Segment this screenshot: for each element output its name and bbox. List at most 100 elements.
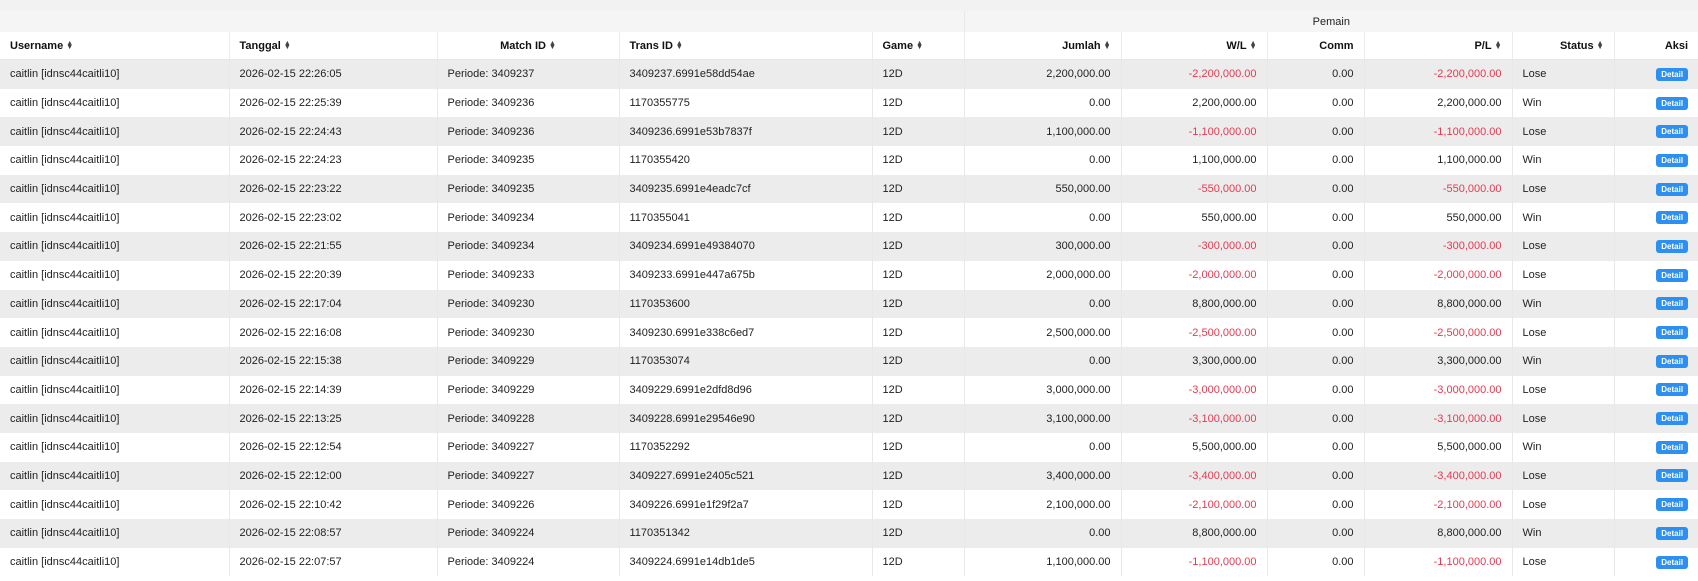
sort-icon[interactable]: ▲ ▼ xyxy=(1250,40,1257,51)
cell-comm: 0.00 xyxy=(1267,318,1365,347)
table-row: caitlin [idnsc44caitli10] 2026-02-15 22:1… xyxy=(0,490,1698,519)
col-label: Tanggal xyxy=(239,39,281,52)
cell-wl: -3,100,000.00 xyxy=(1121,404,1268,433)
cell-match-id: Periode: 3409229 xyxy=(437,375,620,405)
cell-match-id: Periode: 3409230 xyxy=(437,318,620,347)
cell-status: Win xyxy=(1512,519,1615,548)
sort-icon[interactable]: ▲ ▼ xyxy=(916,40,923,51)
cell-wl: 3,300,000.00 xyxy=(1121,346,1268,376)
cell-jumlah: 0.00 xyxy=(964,432,1122,462)
cell-status: Win xyxy=(1512,289,1615,319)
col-label: Trans ID xyxy=(629,39,673,52)
cell-status: Win xyxy=(1512,203,1615,233)
col-header-jumlah[interactable]: Jumlah ▲ ▼ xyxy=(964,32,1122,60)
cell-trans-id: 3409230.6991e338c6ed7 xyxy=(619,318,873,347)
detail-button[interactable]: Detail xyxy=(1656,96,1689,110)
detail-button[interactable]: Detail xyxy=(1656,297,1689,311)
cell-pl: 550,000.00 xyxy=(1364,203,1513,233)
cell-aksi: Detail xyxy=(1614,346,1698,376)
cell-game: 12D xyxy=(872,88,965,118)
cell-match-id: Periode: 3409224 xyxy=(437,519,620,548)
col-header-game[interactable]: Game ▲ ▼ xyxy=(872,32,965,60)
col-header-username[interactable]: Username ▲ ▼ xyxy=(0,32,230,60)
table-row: caitlin [idnsc44caitli10] 2026-02-15 22:0… xyxy=(0,519,1698,548)
detail-button[interactable]: Detail xyxy=(1656,440,1689,454)
detail-button[interactable]: Detail xyxy=(1656,182,1689,196)
cell-status: Lose xyxy=(1512,547,1615,577)
cell-username: caitlin [idnsc44caitli10] xyxy=(0,88,230,118)
cell-tanggal: 2026-02-15 22:08:57 xyxy=(229,519,438,548)
sort-icon[interactable]: ▲ ▼ xyxy=(549,40,556,51)
cell-game: 12D xyxy=(872,146,965,175)
detail-button[interactable]: Detail xyxy=(1656,326,1689,340)
cell-aksi: Detail xyxy=(1614,375,1698,405)
cell-pl: 5,500,000.00 xyxy=(1364,432,1513,462)
cell-tanggal: 2026-02-15 22:24:23 xyxy=(229,146,438,175)
col-label: Match ID xyxy=(500,39,546,52)
cell-username: caitlin [idnsc44caitli10] xyxy=(0,260,230,290)
cell-trans-id: 3409237.6991e58dd54ae xyxy=(619,59,873,89)
col-header-wl[interactable]: W/L ▲ ▼ xyxy=(1121,32,1268,60)
cell-username: caitlin [idnsc44caitli10] xyxy=(0,232,230,261)
cell-pl: -2,200,000.00 xyxy=(1364,59,1513,89)
cell-trans-id: 3409229.6991e2dfd8d96 xyxy=(619,375,873,405)
cell-username: caitlin [idnsc44caitli10] xyxy=(0,432,230,462)
col-header-match-id[interactable]: Match ID ▲ ▼ xyxy=(437,32,620,60)
sort-icon[interactable]: ▲ ▼ xyxy=(676,40,683,51)
detail-button[interactable]: Detail xyxy=(1656,125,1689,139)
detail-button[interactable]: Detail xyxy=(1656,526,1689,540)
cell-trans-id: 1170355775 xyxy=(619,88,873,118)
cell-aksi: Detail xyxy=(1614,174,1698,204)
sort-icon[interactable]: ▲ ▼ xyxy=(1104,40,1111,51)
cell-match-id: Periode: 3409237 xyxy=(437,59,620,89)
detail-button[interactable]: Detail xyxy=(1656,211,1689,225)
cell-username: caitlin [idnsc44caitli10] xyxy=(0,289,230,319)
detail-button[interactable]: Detail xyxy=(1656,412,1689,426)
sort-icon[interactable]: ▲ ▼ xyxy=(66,40,73,51)
detail-button[interactable]: Detail xyxy=(1656,555,1689,569)
report-page: Pemain Username ▲ ▼ Tanggal ▲ ▼ Match ID ▲ ▼ T… xyxy=(0,0,1698,581)
cell-pl: 8,800,000.00 xyxy=(1364,289,1513,319)
cell-trans-id: 3409234.6991e49384070 xyxy=(619,232,873,261)
cell-match-id: Periode: 3409234 xyxy=(437,232,620,261)
cell-status: Lose xyxy=(1512,318,1615,347)
cell-match-id: Periode: 3409235 xyxy=(437,146,620,175)
cell-status: Win xyxy=(1512,146,1615,175)
cell-trans-id: 1170351342 xyxy=(619,519,873,548)
cell-status: Lose xyxy=(1512,375,1615,405)
detail-button[interactable]: Detail xyxy=(1656,383,1689,397)
table-row: caitlin [idnsc44caitli10] 2026-02-15 22:1… xyxy=(0,375,1698,405)
detail-button[interactable]: Detail xyxy=(1656,354,1689,368)
col-header-tanggal[interactable]: Tanggal ▲ ▼ xyxy=(229,32,438,60)
cell-wl: -2,200,000.00 xyxy=(1121,59,1268,89)
detail-button[interactable]: Detail xyxy=(1656,67,1689,81)
detail-button[interactable]: Detail xyxy=(1656,153,1689,167)
detail-button[interactable]: Detail xyxy=(1656,268,1689,282)
cell-game: 12D xyxy=(872,490,965,519)
cell-tanggal: 2026-02-15 22:20:39 xyxy=(229,260,438,290)
sort-icon[interactable]: ▲ ▼ xyxy=(1597,40,1604,51)
col-label: Status xyxy=(1559,39,1594,52)
cell-game: 12D xyxy=(872,375,965,405)
cell-tanggal: 2026-02-15 22:24:43 xyxy=(229,117,438,147)
sort-icon[interactable]: ▲ ▼ xyxy=(284,40,291,51)
col-header-pl[interactable]: P/L ▲ ▼ xyxy=(1364,32,1513,60)
cell-jumlah: 2,500,000.00 xyxy=(964,318,1122,347)
cell-tanggal: 2026-02-15 22:23:22 xyxy=(229,174,438,204)
sort-icon[interactable]: ▲ ▼ xyxy=(1495,40,1502,51)
cell-match-id: Periode: 3409228 xyxy=(437,404,620,433)
detail-button[interactable]: Detail xyxy=(1656,239,1689,253)
cell-aksi: Detail xyxy=(1614,289,1698,319)
cell-match-id: Periode: 3409236 xyxy=(437,88,620,118)
detail-button[interactable]: Detail xyxy=(1656,469,1689,483)
cell-game: 12D xyxy=(872,519,965,548)
col-label: W/L xyxy=(1226,39,1247,52)
col-header-status[interactable]: Status ▲ ▼ xyxy=(1512,32,1615,60)
detail-button[interactable]: Detail xyxy=(1656,498,1689,512)
col-header-comm: Comm xyxy=(1267,32,1365,60)
cell-comm: 0.00 xyxy=(1267,88,1365,118)
cell-game: 12D xyxy=(872,260,965,290)
cell-status: Lose xyxy=(1512,232,1615,261)
cell-wl: 8,800,000.00 xyxy=(1121,519,1268,548)
col-header-trans-id[interactable]: Trans ID ▲ ▼ xyxy=(619,32,873,60)
